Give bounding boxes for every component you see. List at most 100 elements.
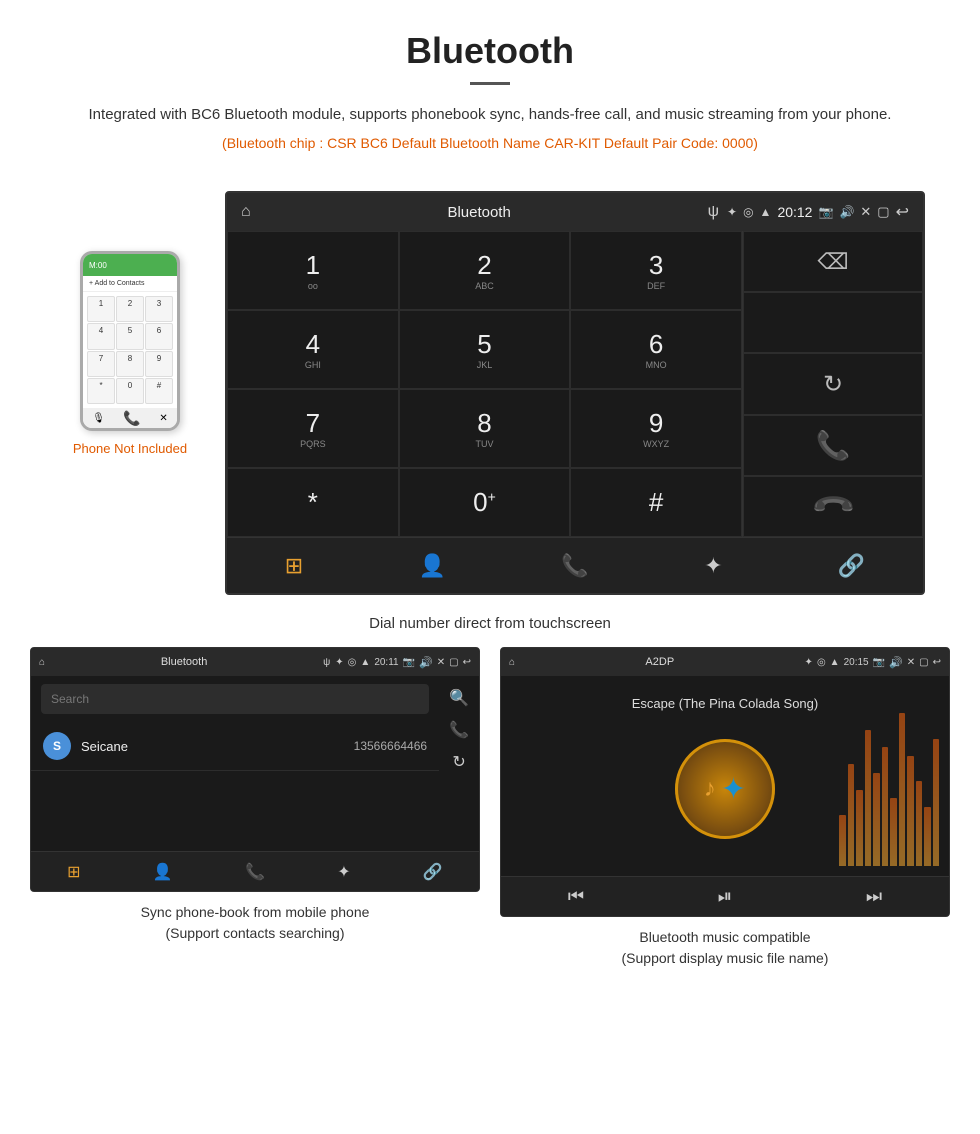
- contacts-caption-line1: Sync phone-book from mobile phone: [141, 902, 370, 923]
- eq-bar-3: [856, 790, 863, 867]
- search-placeholder: Search: [51, 692, 89, 706]
- dialpad-right-panel: ⌫ ↻ 📞 📞: [743, 231, 923, 537]
- music-close-icon[interactable]: ✕: [907, 657, 915, 668]
- car-dial-screen: Bluetooth ψ ✦ ◎ ▲ 20:12 📷 🔊 ✕ ▢ ↩ 1oo 2A…: [225, 191, 925, 595]
- music-status-bar: ⌂ A2DP ✦ ◎ ▲ 20:15 📷 🔊 ✕ ▢ ↩: [501, 648, 949, 676]
- contacts-phone-icon[interactable]: 📞: [445, 716, 473, 744]
- contacts-search-icon[interactable]: 🔍: [445, 684, 473, 712]
- music-caption-line2: (Support display music file name): [622, 948, 829, 969]
- music-song-title: Escape (The Pina Colada Song): [632, 696, 818, 711]
- contacts-nav-person[interactable]: 👤: [153, 862, 173, 882]
- nav-grid-icon[interactable]: ⊞: [285, 553, 303, 579]
- contacts-home-icon[interactable]: ⌂: [39, 657, 45, 668]
- contacts-close-icon[interactable]: ✕: [437, 657, 445, 668]
- music-vol-icon: 🔊: [889, 656, 903, 669]
- backspace-button[interactable]: ⌫: [743, 231, 923, 292]
- dial-key-5[interactable]: 5JKL: [399, 310, 571, 389]
- nav-phone-icon[interactable]: 📞: [561, 553, 588, 579]
- contacts-nav-grid[interactable]: ⊞: [67, 862, 80, 882]
- back-icon[interactable]: ↩: [896, 202, 909, 222]
- contacts-nav-phone[interactable]: 📞: [245, 862, 265, 882]
- contact-row[interactable]: S Seicane 13566664466: [31, 722, 439, 771]
- phone-mockup-container: M:00 + Add to Contacts 1 2 3 4 5 6 7 8 9…: [55, 191, 205, 456]
- eq-bar-9: [907, 756, 914, 867]
- nav-bluetooth-icon[interactable]: ✦: [704, 553, 722, 579]
- contacts-back-icon[interactable]: ↩: [463, 657, 471, 668]
- phone-key-8: 8: [116, 351, 144, 377]
- page-header: Bluetooth Integrated with BC6 Bluetooth …: [0, 0, 980, 181]
- usb-icon: ψ: [708, 203, 719, 221]
- contacts-screenshot-block: ⌂ Bluetooth ψ ✦ ◎ ▲ 20:11 📷 🔊 ✕ ▢ ↩: [30, 647, 480, 969]
- music-album-art: ♪ ✦: [675, 739, 775, 839]
- eq-bar-12: [933, 739, 940, 867]
- camera-icon[interactable]: 📷: [818, 205, 833, 219]
- dial-key-9[interactable]: 9WXYZ: [570, 389, 742, 468]
- nav-link-icon[interactable]: 🔗: [838, 553, 865, 579]
- contacts-nav-link[interactable]: 🔗: [423, 862, 443, 882]
- phone-key-hash: #: [145, 378, 173, 404]
- phone-key-star: *: [87, 378, 115, 404]
- dial-key-4[interactable]: 4GHI: [227, 310, 399, 389]
- main-caption: Dial number direct from touchscreen: [0, 605, 980, 647]
- contacts-refresh-icon[interactable]: ↻: [448, 748, 469, 776]
- call-green-button[interactable]: 📞: [743, 415, 923, 476]
- contacts-camera-icon: 📷: [403, 657, 415, 668]
- dial-key-8[interactable]: 8TUV: [399, 389, 571, 468]
- nav-person-icon[interactable]: 👤: [419, 553, 446, 579]
- contacts-window-icon: ▢: [449, 657, 458, 668]
- dial-key-hash[interactable]: #: [570, 468, 742, 537]
- music-equalizer: [839, 696, 939, 866]
- bluetooth-music-icon: ✦: [721, 772, 746, 807]
- music-camera-icon: 📷: [873, 657, 885, 668]
- eq-bar-10: [916, 781, 923, 866]
- bluetooth-icon: ✦: [727, 205, 737, 219]
- skip-prev-icon[interactable]: ⏮: [568, 886, 584, 907]
- title-divider: [470, 82, 510, 85]
- eq-bar-1: [839, 815, 846, 866]
- status-right: ✦ ◎ ▲ 20:12 📷 🔊 ✕ ▢ ↩: [727, 202, 909, 222]
- music-window-icon: ▢: [919, 657, 928, 668]
- dial-key-star[interactable]: *: [227, 468, 399, 537]
- call-icon: 📞: [816, 429, 851, 462]
- music-caption-line1: Bluetooth music compatible: [622, 927, 829, 948]
- contacts-signal-icon: ▲: [360, 657, 370, 668]
- music-note-icon: ♪: [704, 775, 716, 803]
- phone-key-7: 7: [87, 351, 115, 377]
- contacts-nav-bt[interactable]: ✦: [337, 862, 350, 882]
- eq-bar-11: [924, 807, 931, 867]
- music-home-icon[interactable]: ⌂: [509, 657, 515, 668]
- volume-icon[interactable]: 🔊: [839, 205, 854, 219]
- phone-key-5: 5: [116, 323, 144, 349]
- dial-key-7[interactable]: 7PQRS: [227, 389, 399, 468]
- contact-name: Seicane: [81, 739, 354, 754]
- close-icon[interactable]: ✕: [860, 204, 871, 220]
- music-back-icon[interactable]: ↩: [933, 657, 941, 668]
- call-end-button[interactable]: 📞: [743, 476, 923, 537]
- dial-key-2[interactable]: 2ABC: [399, 231, 571, 310]
- skip-next-icon[interactable]: ⏭: [866, 886, 882, 907]
- dial-key-1[interactable]: 1oo: [227, 231, 399, 310]
- phone-key-2: 2: [116, 296, 144, 322]
- phone-not-included-label: Phone Not Included: [73, 441, 187, 456]
- status-time: 20:12: [777, 204, 812, 220]
- contact-number: 13566664466: [354, 739, 427, 753]
- phone-screen: M:00 + Add to Contacts 1 2 3 4 5 6 7 8 9…: [83, 254, 177, 428]
- contacts-screen: ⌂ Bluetooth ψ ✦ ◎ ▲ 20:11 📷 🔊 ✕ ▢ ↩: [30, 647, 480, 892]
- window-icon[interactable]: ▢: [877, 204, 889, 220]
- contacts-status-bar: ⌂ Bluetooth ψ ✦ ◎ ▲ 20:11 📷 🔊 ✕ ▢ ↩: [31, 648, 479, 676]
- play-pause-icon[interactable]: ⏯: [718, 886, 732, 907]
- phone-key-9: 9: [145, 351, 173, 377]
- page-description: Integrated with BC6 Bluetooth module, su…: [60, 103, 920, 127]
- dial-key-3[interactable]: 3DEF: [570, 231, 742, 310]
- contacts-bottom-nav: ⊞ 👤 📞 ✦ 🔗: [31, 851, 479, 891]
- home-icon[interactable]: [241, 203, 251, 221]
- signal-icon: ▲: [760, 205, 772, 219]
- main-screen-area: M:00 + Add to Contacts 1 2 3 4 5 6 7 8 9…: [0, 181, 980, 605]
- contacts-search-bar[interactable]: Search: [41, 684, 429, 714]
- car-status-bar: Bluetooth ψ ✦ ◎ ▲ 20:12 📷 🔊 ✕ ▢ ↩: [227, 193, 923, 231]
- sync-button[interactable]: ↻: [743, 353, 923, 414]
- dialpad-keys: 1oo 2ABC 3DEF 4GHI 5JKL 6MNO 7PQRS 8TUV …: [227, 231, 743, 537]
- dial-key-6[interactable]: 6MNO: [570, 310, 742, 389]
- dial-key-0[interactable]: 0+: [399, 468, 571, 537]
- music-screen-title: A2DP: [520, 656, 800, 668]
